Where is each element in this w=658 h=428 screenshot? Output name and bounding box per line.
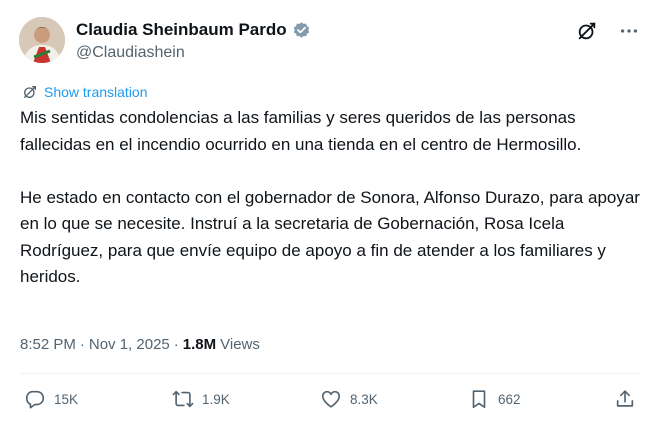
tweet-top-icons: [576, 20, 640, 42]
translate-row: Show translation: [22, 84, 148, 100]
bookmark-button[interactable]: 662: [468, 388, 521, 410]
share-icon: [616, 390, 634, 407]
more-options-icon[interactable]: [618, 20, 640, 42]
tweet-card: Claudia Sheinbaum Pardo @Claudiashein Sh…: [0, 0, 658, 428]
like-count: 8.3K: [350, 391, 378, 407]
avatar[interactable]: [19, 17, 65, 63]
reply-icon: [25, 390, 45, 409]
tweet-paragraph-1: Mis sentidas condolencias a las familias…: [20, 108, 582, 154]
grok-icon[interactable]: [576, 20, 598, 42]
tweet-text: Mis sentidas condolencias a las familias…: [20, 105, 645, 291]
views-count: 1.8M: [182, 336, 217, 353]
tweet-time[interactable]: 8:52 PM: [20, 336, 76, 353]
verified-badge-icon[interactable]: [292, 21, 311, 40]
share-button[interactable]: [614, 388, 636, 410]
repost-button[interactable]: 1.9K: [172, 388, 230, 410]
bookmark-icon: [472, 390, 486, 409]
heart-icon: [321, 390, 341, 408]
tweet-meta: 8:52 PM · Nov 1, 2025 · 1.8M Views: [20, 336, 260, 353]
bookmark-count: 662: [498, 391, 521, 407]
repost-count: 1.9K: [202, 391, 230, 407]
show-translation-link[interactable]: Show translation: [44, 84, 148, 100]
like-button[interactable]: 8.3K: [320, 388, 378, 410]
author-display-name[interactable]: Claudia Sheinbaum Pardo: [76, 20, 287, 40]
meta-separator-2: ·: [173, 336, 179, 353]
views-label: Views: [220, 336, 260, 353]
action-bar: 15K 1.9K 8.3K 662: [24, 388, 644, 416]
meta-separator: ·: [79, 336, 85, 353]
author-handle[interactable]: @Claudiashein: [76, 44, 185, 62]
author-name-row: Claudia Sheinbaum Pardo: [76, 20, 311, 40]
divider: [20, 373, 640, 374]
reply-count: 15K: [54, 391, 79, 407]
reply-button[interactable]: 15K: [24, 388, 78, 410]
tweet-date[interactable]: Nov 1, 2025: [89, 336, 170, 353]
tweet-paragraph-2: He estado en contacto con el gobernador …: [20, 187, 640, 287]
grok-translate-icon: [22, 84, 38, 100]
repost-icon: [172, 390, 194, 408]
